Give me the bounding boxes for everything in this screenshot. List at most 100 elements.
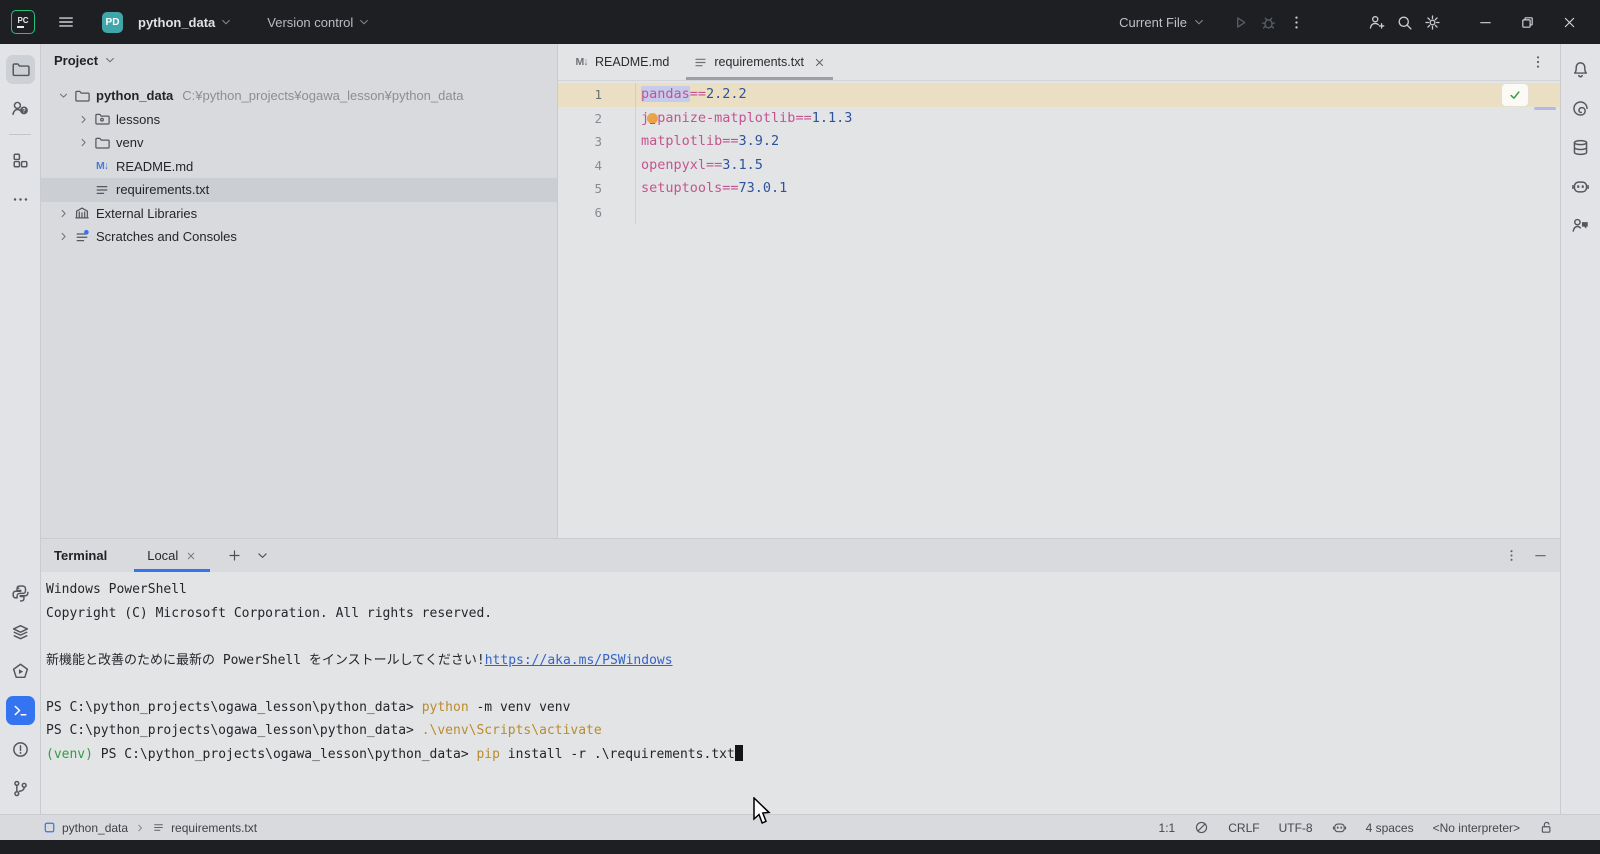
editor-tab-readme-md[interactable]: M↓README.md [562, 44, 681, 80]
chevron-right-icon[interactable] [73, 136, 93, 150]
structure-icon [11, 151, 30, 170]
code-line[interactable]: 6 [558, 201, 1560, 225]
tool-copilot-button[interactable] [1566, 172, 1595, 201]
tree-item-label: requirements.txt [116, 182, 209, 197]
tool-structure-button[interactable] [6, 146, 35, 175]
tree-item-python-data[interactable]: python_dataC:¥python_projects¥ogawa_less… [41, 84, 557, 108]
tool-people-question-button[interactable]: ? [6, 94, 35, 123]
inspections-ok-widget[interactable] [1502, 84, 1528, 106]
close-icon[interactable] [185, 550, 197, 562]
sidebar-divider [9, 134, 31, 135]
bug-icon [1260, 14, 1277, 31]
terminal-tab-label: Local [147, 548, 178, 563]
tool-python-console-button[interactable] [6, 618, 35, 647]
code-token: openpyxl [641, 157, 706, 173]
terminal-line: PS C:\python_projects\ogawa_lesson\pytho… [46, 719, 1560, 743]
kebab-icon[interactable] [1504, 548, 1519, 563]
tree-item-label: Scratches and Consoles [96, 229, 237, 244]
tree-item-scratches-and-consoles[interactable]: Scratches and Consoles [41, 225, 557, 249]
copilot-status-widget[interactable] [1332, 820, 1347, 835]
project-name: python_data [138, 15, 215, 30]
code-line[interactable]: 5setuptools==73.0.1 [558, 177, 1560, 201]
tool-services-button[interactable] [6, 657, 35, 686]
terminal-tab-local[interactable]: Local [134, 539, 210, 572]
tool-python-packages-button[interactable] [6, 579, 35, 608]
chevron-right-icon[interactable] [53, 230, 73, 244]
hide-panel-icon[interactable] [1533, 548, 1548, 563]
add-user-button[interactable] [1362, 8, 1390, 36]
chevron-down-icon[interactable] [53, 89, 73, 103]
debug-button[interactable] [1254, 8, 1282, 36]
code-line[interactable]: 4openpyxl==3.1.5 [558, 154, 1560, 178]
restore-button[interactable] [1506, 0, 1548, 44]
settings-button[interactable] [1418, 8, 1446, 36]
chev-down-icon [57, 89, 70, 102]
file-encoding-widget[interactable]: UTF-8 [1279, 821, 1313, 835]
close-button[interactable] [1548, 0, 1590, 44]
caret-position-widget[interactable]: 1:1 [1159, 821, 1176, 835]
text-file-icon [152, 821, 165, 834]
terminal-link[interactable]: https://aka.ms/PSWindows [485, 653, 673, 668]
terminal-text: .\venv\Scripts\activate [422, 723, 602, 738]
vcs-widget[interactable]: Version control [261, 7, 377, 37]
code-line[interactable]: 2japanize-matplotlib==1.1.3 [558, 107, 1560, 131]
search-everywhere-button[interactable] [1390, 8, 1418, 36]
run-button[interactable] [1226, 8, 1254, 36]
code-token: japanize-matplotlib [641, 110, 795, 126]
run-config-label: Current File [1119, 15, 1187, 30]
project-panel-header[interactable]: Project [41, 44, 557, 76]
project-badge[interactable]: PD [102, 12, 123, 33]
tool-chat-button[interactable] [1566, 211, 1595, 240]
tree-item-requirements-txt[interactable]: requirements.txt [41, 178, 557, 202]
write-access-widget[interactable] [1539, 820, 1554, 835]
tool-version-control-button[interactable] [6, 774, 35, 803]
chevron-right-icon[interactable] [53, 206, 73, 220]
code-line[interactable]: 3matplotlib==3.9.2 [558, 130, 1560, 154]
minimize-button[interactable] [1464, 0, 1506, 44]
tool-database-button[interactable] [1566, 133, 1595, 162]
code-editor[interactable]: 1pandas==2.2.22japanize-matplotlib==1.1.… [558, 81, 1560, 540]
terminal-text: (venv) [46, 747, 93, 762]
user-plus-icon [1368, 14, 1385, 31]
tool-terminal-button[interactable] [6, 696, 35, 725]
kebab-icon[interactable] [1530, 54, 1546, 70]
main-menu-button[interactable] [51, 7, 81, 37]
breadcrumb-item[interactable]: python_data [62, 821, 128, 835]
tool-ai-assistant-button[interactable] [1566, 94, 1595, 123]
breadcrumb: python_data requirements.txt [43, 821, 257, 835]
scratches-icon [74, 229, 90, 245]
terminal-tab-dropdown-button[interactable] [250, 544, 274, 568]
vcs-label: Version control [267, 15, 353, 30]
status-bar-widgets: 1:1 CRLF UTF-8 4 spaces <No interpreter> [1159, 820, 1554, 835]
code-token: matplotlib [641, 133, 722, 149]
chevron-down-icon [103, 53, 117, 67]
tree-item-venv[interactable]: venv [41, 131, 557, 155]
line-separator-widget[interactable]: CRLF [1228, 821, 1259, 835]
breadcrumb-item[interactable]: requirements.txt [171, 821, 257, 835]
terminal-header: Terminal Local [41, 539, 1560, 572]
tool-project-button[interactable] [6, 55, 35, 84]
editor-tab-requirements-txt[interactable]: requirements.txt [681, 44, 838, 80]
chevron-right-icon[interactable] [73, 112, 93, 126]
tool-more-tool-windows-button[interactable] [6, 185, 35, 214]
tree-item-lessons[interactable]: lessons [41, 108, 557, 132]
code-line[interactable]: 1pandas==2.2.2 [558, 83, 1560, 107]
run-config-selector[interactable]: Current File [1113, 7, 1212, 37]
project-selector[interactable]: python_data [132, 7, 239, 37]
indent-style-widget[interactable]: 4 spaces [1366, 821, 1414, 835]
terminal-output[interactable]: Windows PowerShellCopyright (C) Microsof… [41, 572, 1560, 766]
tree-item-readme-md[interactable]: M↓README.md [41, 155, 557, 179]
inspection-highlight-widget[interactable] [1194, 820, 1209, 835]
new-terminal-tab-button[interactable] [222, 544, 246, 568]
intention-bulb-icon[interactable] [647, 113, 658, 124]
tree-item-external-libraries[interactable]: External Libraries [41, 202, 557, 226]
tool-notifications-button[interactable] [1566, 55, 1595, 84]
tree-item-path: C:¥python_projects¥ogawa_lesson¥python_d… [182, 88, 463, 103]
markdown-icon: M↓ [94, 158, 110, 174]
tool-problems-button[interactable] [6, 735, 35, 764]
terminal-panel: Terminal Local Windows PowerShellCopyrig… [41, 538, 1560, 814]
close-icon[interactable] [813, 56, 826, 69]
python-interpreter-widget[interactable]: <No interpreter> [1433, 821, 1520, 835]
more-run-actions-button[interactable] [1282, 8, 1310, 36]
scrollbar-caret-marker [1534, 107, 1556, 110]
